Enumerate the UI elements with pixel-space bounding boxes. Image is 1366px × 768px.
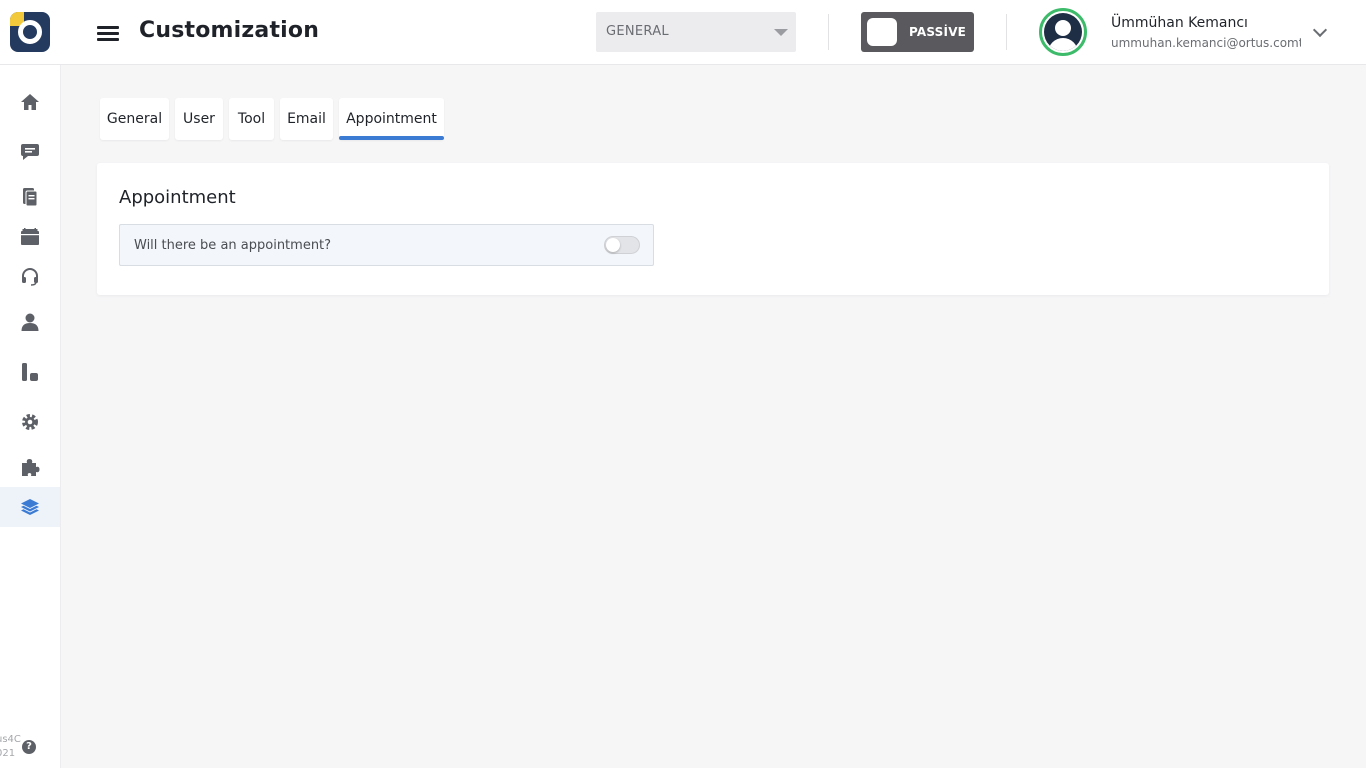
sidebar-item-settings[interactable] xyxy=(0,402,60,442)
department-select-value: GENERAL xyxy=(606,24,669,39)
home-icon xyxy=(21,94,39,110)
appointment-question-label: Will there be an appointment? xyxy=(134,238,332,253)
app-logo[interactable] xyxy=(10,12,50,52)
user-name: Ümmühan Kemancı xyxy=(1111,15,1248,31)
footer-line: us4C xyxy=(0,734,21,745)
appointment-toggle[interactable] xyxy=(604,236,640,254)
sidebar-item-calendar[interactable] xyxy=(0,217,60,257)
status-knob xyxy=(867,18,897,46)
tab-label: Tool xyxy=(237,111,266,127)
sidebar-item-support[interactable] xyxy=(0,257,60,297)
status-label: PASSİVE xyxy=(909,25,967,39)
menu-toggle-icon[interactable] xyxy=(97,26,119,41)
help-icon[interactable]: ? xyxy=(22,740,36,754)
department-select[interactable]: GENERAL xyxy=(596,12,796,52)
logo-ring xyxy=(18,20,42,44)
tab-label: User xyxy=(183,111,215,127)
active-tab-indicator xyxy=(339,136,444,140)
toggle-knob xyxy=(606,238,620,252)
calendar-icon xyxy=(21,228,39,245)
layers-icon xyxy=(21,499,39,515)
reports-icon xyxy=(22,363,38,381)
appointment-card: Appointment Will there be an appointment… xyxy=(97,163,1329,295)
sidebar: us4C 021 ? xyxy=(0,65,61,768)
sidebar-item-home[interactable] xyxy=(0,82,60,122)
avatar-user-icon xyxy=(1044,13,1082,51)
headset-icon xyxy=(22,268,38,286)
tab-general[interactable]: General xyxy=(100,98,169,140)
chevron-down-icon[interactable] xyxy=(1312,22,1328,38)
tab-label: Appointment xyxy=(346,111,437,127)
tab-tool[interactable]: Tool xyxy=(229,98,274,140)
tab-email[interactable]: Email xyxy=(280,98,333,140)
divider xyxy=(1006,14,1007,50)
avatar[interactable] xyxy=(1039,8,1087,56)
top-bar: Customization GENERAL PASSİVE Ümmühan Ke… xyxy=(0,0,1366,65)
version-footer: us4C 021 xyxy=(0,733,24,763)
page-title: Customization xyxy=(139,18,320,43)
sidebar-item-users[interactable] xyxy=(0,302,60,342)
chat-icon xyxy=(21,144,39,160)
user-icon xyxy=(21,313,39,331)
appointment-question-row: Will there be an appointment? xyxy=(119,224,654,266)
footer-line: 021 xyxy=(0,748,16,759)
divider xyxy=(828,14,829,50)
tab-user[interactable]: User xyxy=(175,98,223,140)
sidebar-item-integrations[interactable] xyxy=(0,447,60,487)
tab-label: General xyxy=(106,111,163,127)
caret-down-icon xyxy=(774,29,788,36)
card-title: Appointment xyxy=(119,187,236,208)
sidebar-item-reports[interactable] xyxy=(0,352,60,392)
sidebar-item-chat[interactable] xyxy=(0,132,60,172)
tab-appointment[interactable]: Appointment xyxy=(339,98,444,140)
puzzle-icon xyxy=(22,459,40,476)
sidebar-item-tickets[interactable] xyxy=(0,177,60,217)
gear-icon xyxy=(22,414,38,430)
tickets-icon xyxy=(23,188,38,207)
user-email: ummuhan.kemanci@ortus.comtr xyxy=(1111,36,1301,50)
tab-label: Email xyxy=(287,111,326,127)
status-toggle-button[interactable]: PASSİVE xyxy=(861,12,974,52)
sidebar-item-customization[interactable] xyxy=(0,487,60,527)
